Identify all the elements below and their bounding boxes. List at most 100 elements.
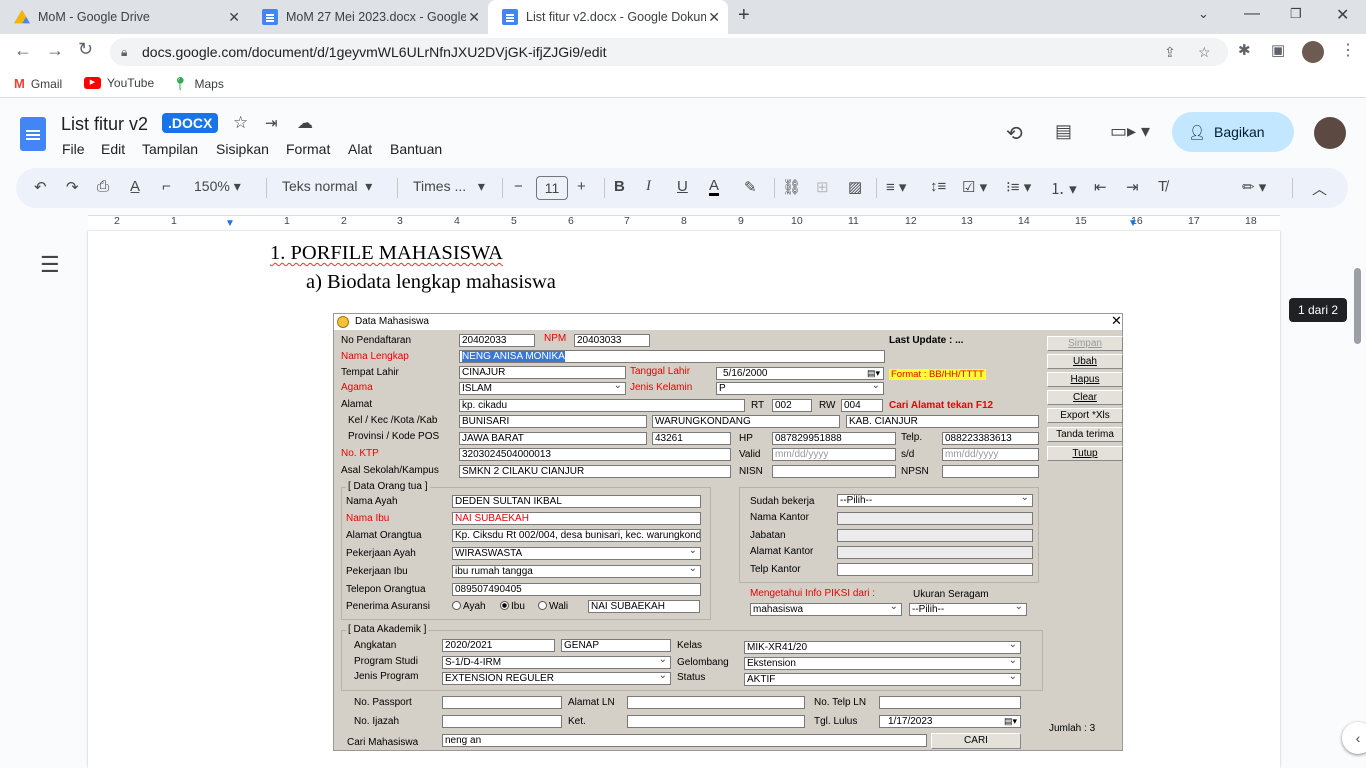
nama-kantor-field[interactable] xyxy=(837,512,1033,525)
calendar-icon[interactable]: ▤▾ xyxy=(867,368,880,379)
no-telp-ln-field[interactable] xyxy=(879,696,1021,709)
italic-icon[interactable]: I xyxy=(646,178,651,195)
pekerjaan-ayah-select[interactable]: WIRASWASTA xyxy=(452,547,701,560)
underline-icon[interactable]: U xyxy=(677,178,688,195)
cari-button[interactable]: CARI xyxy=(931,733,1021,749)
valid-date-field[interactable]: mm/dd/yyyy xyxy=(772,448,896,461)
hapus-button[interactable]: Hapus xyxy=(1047,372,1123,387)
kecamatan-field[interactable]: WARUNGKONDANG xyxy=(652,415,840,428)
tab-google-drive[interactable]: MoM - Google Drive ✕ xyxy=(0,0,248,34)
app-close-icon[interactable]: ✕ xyxy=(1111,313,1122,329)
align-icon[interactable]: ≡ ▾ xyxy=(886,178,906,196)
no-ijazah-field[interactable] xyxy=(442,715,562,728)
bulleted-list-icon[interactable]: ⁝≡ ▾ xyxy=(1006,178,1031,196)
program-studi-select[interactable]: S-1/D-4-IRM xyxy=(442,656,671,669)
vertical-ruler[interactable] xyxy=(0,231,16,768)
side-panel-icon[interactable]: ▣ xyxy=(1271,41,1285,59)
tab-mom-doc[interactable]: MoM 27 Mei 2023.docx - Google... ✕ xyxy=(248,0,488,34)
provinsi-field[interactable]: JAWA BARAT xyxy=(459,432,647,445)
no-pendaftaran-field[interactable]: 20402033 xyxy=(459,334,535,347)
menu-bantuan[interactable]: Bantuan xyxy=(390,141,442,157)
nisn-field[interactable] xyxy=(772,465,896,478)
kelas-select[interactable]: MIK-XR41/20 xyxy=(744,641,1021,654)
penerima-asuransi-field[interactable]: NAI SUBAEKAH xyxy=(588,600,700,613)
sudah-bekerja-select[interactable]: --Pilih-- xyxy=(837,494,1033,507)
no-ktp-field[interactable]: 3203024504000013 xyxy=(459,448,731,461)
new-tab-icon[interactable]: + xyxy=(738,4,750,27)
font-select[interactable]: Times ... ▾ xyxy=(413,178,485,195)
close-tab-icon[interactable]: ✕ xyxy=(708,9,720,26)
address-bar[interactable]: 🔒︎ docs.google.com/document/d/1geyvmWL6U… xyxy=(110,38,1228,66)
alamat-kantor-field[interactable] xyxy=(837,546,1033,559)
clear-formatting-icon[interactable]: T̸ xyxy=(1158,178,1167,195)
npm-field[interactable]: 20403033 xyxy=(574,334,650,347)
asal-sekolah-field[interactable]: SMKN 2 CILAKU CIANJUR xyxy=(459,465,731,478)
document-outline-icon[interactable]: ☰ xyxy=(40,252,60,278)
tanda-terima-button[interactable]: Tanda terima xyxy=(1047,427,1123,442)
window-close-icon[interactable]: ✕ xyxy=(1336,5,1349,25)
alamat-ln-field[interactable] xyxy=(627,696,805,709)
telepon-ortu-field[interactable]: 089507490405 xyxy=(452,583,701,596)
print-icon[interactable]: ⎙ xyxy=(97,178,109,195)
profile-avatar[interactable] xyxy=(1302,41,1324,63)
telp-kantor-field[interactable] xyxy=(837,563,1033,576)
increase-size-icon[interactable]: + xyxy=(577,178,586,195)
restore-icon[interactable]: ❐ xyxy=(1290,6,1302,22)
tempat-lahir-field[interactable]: CINAJUR xyxy=(459,366,626,379)
menu-edit[interactable]: Edit xyxy=(101,141,125,157)
menu-sisipkan[interactable]: Sisipkan xyxy=(216,141,269,157)
close-tab-icon[interactable]: ✕ xyxy=(468,9,480,26)
meet-icon[interactable]: ▭▸ ▾ xyxy=(1110,121,1150,142)
jenis-program-select[interactable]: EXTENSION REGULER xyxy=(442,672,671,685)
pekerjaan-ibu-select[interactable]: ibu rumah tangga xyxy=(452,565,701,578)
docs-logo-icon[interactable] xyxy=(20,117,46,151)
simpan-button[interactable]: Simpan xyxy=(1047,336,1123,351)
kelurahan-field[interactable]: BUNISARI xyxy=(459,415,647,428)
cloud-status-icon[interactable]: ☁ xyxy=(297,113,313,133)
menu-alat[interactable]: Alat xyxy=(348,141,372,157)
no-passport-field[interactable] xyxy=(442,696,562,709)
font-size-input[interactable]: 11 xyxy=(536,176,568,200)
semester-field[interactable]: GENAP xyxy=(561,639,671,652)
share-button[interactable]: 👤︎ Bagikan xyxy=(1172,112,1294,152)
line-spacing-icon[interactable]: ↕≡ xyxy=(930,178,946,195)
menu-format[interactable]: Format xyxy=(286,141,330,157)
side-panel-toggle-icon[interactable]: ‹ xyxy=(1342,722,1366,754)
telp-field[interactable]: 088223383613 xyxy=(942,432,1039,445)
redo-icon[interactable]: ↷ xyxy=(66,178,79,196)
bookmark-maps[interactable]: 📍︎ Maps xyxy=(172,76,224,92)
back-icon[interactable]: ← xyxy=(14,40,32,61)
extensions-icon[interactable]: ✱ xyxy=(1238,41,1251,59)
tgl-lulus-picker[interactable]: 1/17/2023 ▤▾ xyxy=(879,715,1021,728)
mengetahui-select[interactable]: mahasiswa xyxy=(750,603,902,616)
insert-image-icon[interactable]: ▨ xyxy=(848,178,862,196)
decrease-indent-icon[interactable]: ⇤ xyxy=(1094,178,1107,196)
comments-icon[interactable]: ▤ xyxy=(1055,121,1072,142)
bookmark-star-icon[interactable]: ☆ xyxy=(1198,38,1211,66)
hide-menus-icon[interactable]: ︿ xyxy=(1312,178,1327,199)
tab-search-icon[interactable]: ⌄ xyxy=(1198,6,1209,22)
close-tab-icon[interactable]: ✕ xyxy=(228,9,240,26)
highlight-icon[interactable]: ✎ xyxy=(744,178,757,196)
reload-icon[interactable]: ↻ xyxy=(78,39,93,60)
account-avatar[interactable] xyxy=(1314,117,1346,149)
clear-button[interactable]: Clear xyxy=(1047,390,1123,405)
move-folder-icon[interactable]: ⇥ xyxy=(265,114,278,132)
cari-mahasiswa-input[interactable]: neng an xyxy=(442,734,927,747)
numbered-list-icon[interactable]: ⒈ ▾ xyxy=(1050,178,1077,199)
tanggal-lahir-picker[interactable]: 5/16/2000 ▤▾ xyxy=(716,367,884,380)
minimize-icon[interactable]: — xyxy=(1244,5,1260,23)
editing-mode-icon[interactable]: ✏ ▾ xyxy=(1242,178,1266,196)
add-comment-icon[interactable]: ⊞ xyxy=(816,178,829,196)
status-select[interactable]: AKTIF xyxy=(744,673,1021,686)
paint-format-icon[interactable]: ⌐ xyxy=(162,178,171,195)
version-history-icon[interactable]: ⟲ xyxy=(1006,121,1023,146)
calendar-icon[interactable]: ▤▾ xyxy=(1004,716,1017,727)
undo-icon[interactable]: ↶ xyxy=(34,178,47,196)
ubah-button[interactable]: Ubah xyxy=(1047,354,1123,369)
nama-ayah-field[interactable]: DEDEN SULTAN IKBAL xyxy=(452,495,701,508)
ukuran-seragam-select[interactable]: --Pilih-- xyxy=(909,603,1027,616)
document-title[interactable]: List fitur v2 xyxy=(61,114,148,135)
alamat-ortu-field[interactable]: Kp. Ciksdu Rt 002/004, desa bunisari, ke… xyxy=(452,529,701,542)
increase-indent-icon[interactable]: ⇥ xyxy=(1126,178,1139,196)
